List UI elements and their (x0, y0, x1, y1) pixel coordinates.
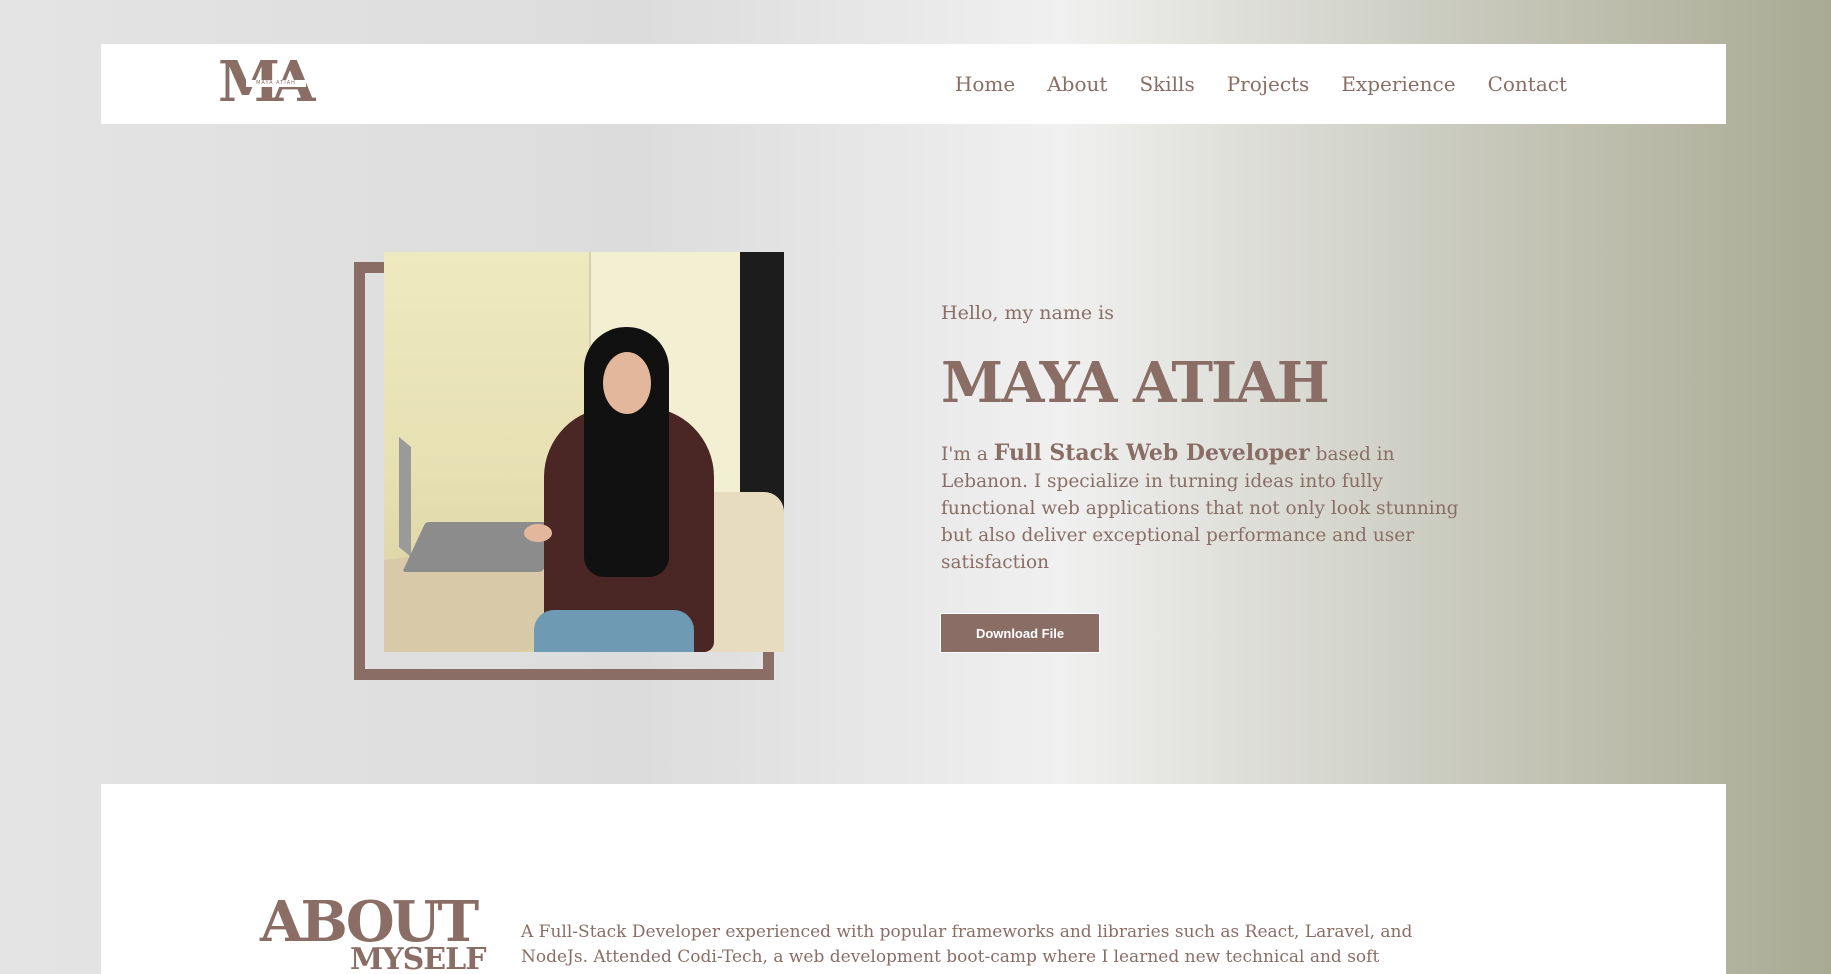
greeting-text: Hello, my name is (941, 302, 1114, 324)
about-heading: ABOUT MYSELF (260, 892, 487, 974)
nav-skills[interactable]: Skills (1139, 72, 1194, 96)
about-description: A Full-Stack Developer experienced with … (521, 922, 1413, 974)
download-file-button[interactable]: Download File (941, 614, 1099, 652)
logo[interactable]: MA MAYA ATIAH (218, 52, 334, 112)
logo-subtitle: MAYA ATIAH (246, 80, 306, 87)
photo-person-hand (524, 524, 552, 542)
about-title-small: MYSELF (350, 942, 487, 974)
about-section: ABOUT MYSELF A Full-Stack Developer expe… (101, 784, 1726, 974)
nav-about[interactable]: About (1047, 72, 1107, 96)
photo-person-jeans (534, 610, 694, 652)
intro-role: Full Stack Web Developer (993, 440, 1310, 466)
hero-section: Hello, my name is MAYA ATIAH I'm a Full … (101, 124, 1726, 784)
nav-contact[interactable]: Contact (1488, 72, 1567, 96)
main-nav: Home About Skills Projects Experience Co… (955, 44, 1567, 124)
nav-home[interactable]: Home (955, 72, 1015, 96)
navbar: MA MAYA ATIAH Home About Skills Projects… (101, 44, 1726, 124)
photo-laptop-screen (399, 436, 411, 558)
hero-intro: I'm a Full Stack Web Developer based in … (941, 440, 1461, 576)
photo-person-face (603, 352, 651, 414)
intro-prefix: I'm a (941, 444, 994, 465)
nav-experience[interactable]: Experience (1341, 72, 1455, 96)
nav-projects[interactable]: Projects (1227, 72, 1310, 96)
page: MA MAYA ATIAH Home About Skills Projects… (101, 44, 1726, 974)
hero-name: MAYA ATIAH (941, 350, 1330, 416)
profile-photo (384, 252, 784, 652)
